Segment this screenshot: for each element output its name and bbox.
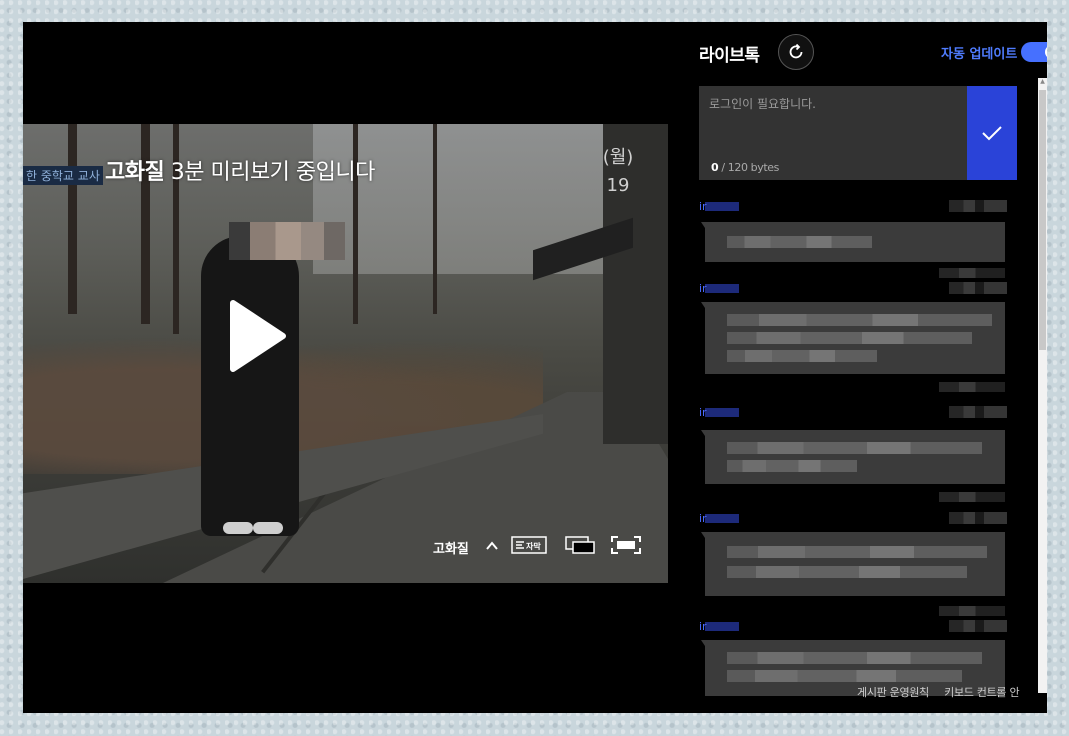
subtitle-icon: 자막 xyxy=(511,536,547,554)
auto-update-toggle[interactable] xyxy=(1021,42,1047,62)
refresh-button[interactable] xyxy=(778,34,814,70)
quality-label: 고화질 xyxy=(433,542,469,557)
tree-trunk xyxy=(433,124,437,314)
subtitle-icon-text: 자막 xyxy=(526,541,541,551)
player-window: 한 중학교 교사 (월) 19 고화질 3분 미리보기 중입니다 고화질 자막 … xyxy=(23,22,1047,713)
message-meta xyxy=(939,606,1005,616)
chat-message-list: ir ir ir ir ir xyxy=(699,192,1039,707)
scrollbar-thumb[interactable] xyxy=(1039,90,1046,350)
byte-limit: / 120 bytes xyxy=(721,161,779,174)
message-meta xyxy=(939,268,1005,278)
play-icon xyxy=(230,300,286,372)
shoe xyxy=(223,522,253,534)
message-username[interactable]: ir xyxy=(699,200,739,213)
livetalk-panel: 라이브톡 자동 업데이트 0 / 120 bytes ir xyxy=(699,22,1047,713)
message-meta xyxy=(939,492,1005,502)
footer-links: 게시판 운영원칙 키보드 컨트롤 안 xyxy=(857,684,1031,700)
footer-link-rules[interactable]: 게시판 운영원칙 xyxy=(857,686,929,699)
message-timestamp xyxy=(949,620,1007,632)
message-bubble xyxy=(701,222,1005,262)
video-player[interactable]: 한 중학교 교사 (월) 19 고화질 3분 미리보기 중입니다 고화질 자막 xyxy=(23,124,668,583)
pip-icon xyxy=(565,536,595,554)
shoe xyxy=(253,522,283,534)
message-username[interactable]: ir xyxy=(699,282,739,295)
subtitle-button[interactable]: 자막 xyxy=(511,536,547,554)
byte-counter: 0 / 120 bytes xyxy=(711,161,779,174)
scroll-up-arrow-icon[interactable]: ▲ xyxy=(1039,78,1046,86)
tree-trunk xyxy=(68,124,77,314)
message-bubble xyxy=(701,532,1005,596)
preview-text: 3분 미리보기 중입니다 xyxy=(170,160,376,185)
message-timestamp xyxy=(949,200,1007,212)
chevron-up-icon[interactable] xyxy=(485,540,499,552)
chat-input[interactable] xyxy=(699,86,957,146)
message-bubble xyxy=(701,430,1005,484)
message-timestamp xyxy=(949,282,1007,294)
background-sign-date: (월) 19 xyxy=(602,147,634,196)
background-sign: 한 중학교 교사 xyxy=(23,166,103,185)
check-icon xyxy=(982,126,1002,141)
auto-update-label: 자동 업데이트 xyxy=(941,47,1018,62)
message-username[interactable]: ir xyxy=(699,406,739,419)
chat-input-box: 0 / 120 bytes xyxy=(699,86,967,180)
preview-notice: 고화질 3분 미리보기 중입니다 xyxy=(105,154,375,186)
scrollbar[interactable]: ▲ xyxy=(1038,78,1047,693)
play-button[interactable] xyxy=(221,298,286,372)
message-bubble xyxy=(701,302,1005,374)
message-timestamp xyxy=(949,406,1007,418)
message-meta xyxy=(939,382,1005,392)
blurred-face xyxy=(229,222,345,260)
quality-selector[interactable]: 고화질 xyxy=(433,538,469,557)
pip-button[interactable] xyxy=(565,536,595,554)
fullscreen-button[interactable] xyxy=(611,536,641,554)
send-button[interactable] xyxy=(967,86,1017,180)
message-username[interactable]: ir xyxy=(699,620,739,633)
byte-current: 0 xyxy=(711,161,719,174)
fullscreen-icon xyxy=(611,536,641,554)
preview-quality: 고화질 xyxy=(105,160,165,185)
message-username[interactable]: ir xyxy=(699,512,739,525)
person-figure xyxy=(201,236,299,536)
livetalk-title: 라이브톡 xyxy=(699,46,760,66)
footer-link-keyboard[interactable]: 키보드 컨트롤 안 xyxy=(944,686,1019,699)
refresh-icon xyxy=(789,43,803,59)
message-timestamp xyxy=(949,512,1007,524)
